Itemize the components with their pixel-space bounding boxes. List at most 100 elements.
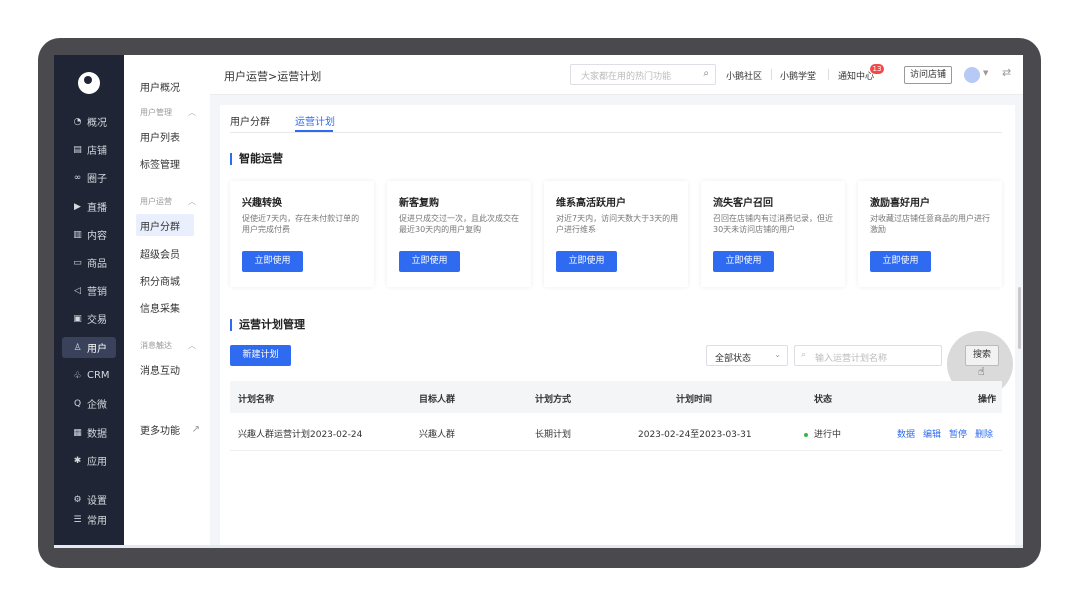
nav-item[interactable]: ◔ 概况 bbox=[62, 111, 116, 132]
nav-item[interactable]: ✱ 应用 bbox=[62, 450, 116, 471]
table-row: 兴趣人群运营计划2023-02-24 兴趣人群 长期计划 2023-02-24至… bbox=[230, 413, 1002, 451]
nav-icon: ◔ bbox=[73, 116, 82, 127]
column-header: 状态 bbox=[814, 395, 833, 405]
use-now-button[interactable]: 立即使用 bbox=[870, 251, 931, 272]
use-now-button[interactable]: 立即使用 bbox=[399, 251, 460, 272]
plan-audience: 兴趣人群 bbox=[419, 430, 456, 440]
nav-icon: ▶ bbox=[74, 201, 81, 212]
search-icon: ⌕ bbox=[801, 350, 807, 360]
nav-icon: ⚙ bbox=[73, 494, 82, 505]
tab-operation-plans[interactable]: 运营计划 bbox=[295, 113, 335, 128]
nav-icon: ∞ bbox=[73, 172, 82, 183]
collapse-icon: ︿ bbox=[188, 341, 196, 350]
nav-item[interactable]: ◁ 营销 bbox=[62, 280, 116, 301]
nav-item-label: 常用 bbox=[87, 516, 107, 527]
app-screen: ◔ 概况 ▤ 店铺 ∞ 圈子 ▶ 直播 ▥ 内容 ▭ 商品 ◁ 营销 ▣ 交易 ♙ 用户 ♧ CRM Q 企微 ▦ 数据 ✱ 应用… bbox=[54, 55, 1023, 548]
plan-search-input[interactable]: ⌕ 输入运营计划名称 bbox=[794, 345, 942, 366]
card-description: 促使近7天内，存在未付款订单的用户完成付费 bbox=[242, 214, 360, 234]
notification-center-link[interactable]: 通知中心 bbox=[838, 69, 874, 82]
nav-item[interactable]: ∞ 圈子 bbox=[62, 167, 116, 188]
sub-group-user-operations[interactable]: 用户运营 ︿ bbox=[140, 196, 196, 207]
column-header: 操作 bbox=[978, 395, 997, 405]
nav-icon: ▦ bbox=[73, 427, 82, 438]
pause-action-link[interactable]: 暂停 bbox=[949, 430, 967, 440]
section-title-plan-management: 运营计划管理 bbox=[230, 319, 305, 331]
avatar[interactable] bbox=[964, 67, 980, 83]
breadcrumb: 用户运营>运营计划 bbox=[224, 70, 322, 83]
ops-card: 新客复购 促进只成交过一次，且此次成交在最近30天内的用户复购 立即使用 bbox=[387, 181, 531, 287]
sub-item-message-interaction[interactable]: 消息互动 bbox=[136, 358, 194, 380]
sub-item-more-features[interactable]: 更多功能 ↗ bbox=[136, 418, 200, 440]
column-header: 计划方式 bbox=[535, 395, 572, 405]
global-search-input[interactable]: 大家都在用的热门功能 ⌕ bbox=[570, 64, 716, 85]
nav-item[interactable]: ▤ 店铺 bbox=[62, 139, 116, 160]
sub-group-messaging[interactable]: 消息触达 ︿ bbox=[140, 340, 196, 351]
tab-user-segments[interactable]: 用户分群 bbox=[230, 113, 270, 128]
search-button[interactable]: 搜索 bbox=[965, 345, 999, 366]
sub-item-user-list[interactable]: 用户列表 bbox=[136, 125, 194, 147]
bottom-bar bbox=[54, 545, 1023, 548]
use-now-button[interactable]: 立即使用 bbox=[713, 251, 774, 272]
nav-item[interactable]: ♙ 用户 bbox=[62, 337, 116, 358]
notification-badge: 13 bbox=[870, 64, 884, 74]
data-action-link[interactable]: 数据 bbox=[897, 430, 915, 440]
delete-action-link[interactable]: 删除 bbox=[975, 430, 993, 440]
app-logo-icon[interactable] bbox=[78, 72, 100, 94]
use-now-button[interactable]: 立即使用 bbox=[242, 251, 303, 272]
nav-item[interactable]: Q 企微 bbox=[62, 393, 116, 414]
nav-icon: ♙ bbox=[73, 342, 82, 353]
nav-item-label: 店铺 bbox=[87, 146, 107, 157]
nav-item[interactable]: ▭ 商品 bbox=[62, 252, 116, 273]
nav-icon: ☰ bbox=[73, 514, 82, 525]
new-plan-button[interactable]: 新建计划 bbox=[230, 345, 291, 366]
use-now-button[interactable]: 立即使用 bbox=[556, 251, 617, 272]
nav-item-label: CRM bbox=[87, 370, 110, 381]
ops-card: 流失客户召回 召回在店铺内有过消费记录，但近30天未访问店铺的用户 立即使用 bbox=[701, 181, 845, 287]
row-actions: 数据 编辑 暂停 删除 bbox=[889, 427, 993, 440]
nav-item-label: 数据 bbox=[87, 429, 107, 440]
nav-icon: ◁ bbox=[74, 285, 81, 296]
sub-item-user-overview[interactable]: 用户概况 bbox=[136, 75, 194, 97]
scrollbar[interactable] bbox=[1018, 287, 1021, 349]
section-title-smart-ops: 智能运营 bbox=[230, 153, 283, 165]
sub-group-user-management[interactable]: 用户管理 ︿ bbox=[140, 107, 196, 118]
sub-item-points-mall[interactable]: 积分商城 bbox=[136, 269, 194, 291]
nav-item[interactable]: ☰ 常用 bbox=[62, 509, 116, 530]
chevron-down-icon[interactable]: ▼ bbox=[983, 69, 988, 77]
switch-icon[interactable]: ⇄ bbox=[1002, 66, 1011, 79]
column-header: 目标人群 bbox=[419, 395, 456, 405]
column-header: 计划时间 bbox=[676, 395, 713, 405]
nav-item[interactable]: ▶ 直播 bbox=[62, 196, 116, 217]
card-description: 对收藏过店铺任意商品的用户进行激励 bbox=[870, 214, 990, 234]
nav-item[interactable]: ▥ 内容 bbox=[62, 224, 116, 245]
sub-item-tag-management[interactable]: 标签管理 bbox=[136, 152, 194, 174]
nav-item[interactable]: ♧ CRM bbox=[62, 365, 116, 386]
nav-item[interactable]: ⚙ 设置 bbox=[62, 489, 116, 510]
card-title: 维系高活跃用户 bbox=[556, 198, 626, 209]
nav-item-label: 内容 bbox=[87, 231, 107, 242]
sub-item-user-segments[interactable]: 用户分群 bbox=[136, 214, 194, 236]
status-dot-icon bbox=[804, 432, 808, 437]
nav-icon: ♧ bbox=[73, 370, 82, 381]
column-header: 计划名称 bbox=[238, 395, 275, 405]
nav-icon: ▥ bbox=[73, 229, 82, 240]
external-link-icon: ↗ bbox=[191, 423, 200, 435]
sub-item-info-collection[interactable]: 信息采集 bbox=[136, 296, 194, 318]
nav-item-label: 设置 bbox=[87, 496, 107, 507]
primary-nav: ◔ 概况 ▤ 店铺 ∞ 圈子 ▶ 直播 ▥ 内容 ▭ 商品 ◁ 营销 ▣ 交易 ♙ 用户 ♧ CRM Q 企微 ▦ 数据 ✱ 应用… bbox=[54, 55, 124, 548]
community-link[interactable]: 小鹅社区 bbox=[726, 69, 762, 82]
sub-item-super-member[interactable]: 超级会员 bbox=[136, 242, 194, 264]
divider bbox=[828, 69, 829, 80]
top-header: 用户运营>运营计划 大家都在用的热门功能 ⌕ 小鹅社区 小鹅学堂 通知中心 13… bbox=[210, 55, 1023, 95]
nav-item-label: 企微 bbox=[87, 400, 107, 411]
status-filter-select[interactable]: 全部状态 ⌄ bbox=[706, 345, 788, 366]
nav-item[interactable]: ▦ 数据 bbox=[62, 422, 116, 443]
visit-store-button[interactable]: 访问店铺 bbox=[904, 66, 952, 84]
academy-link[interactable]: 小鹅学堂 bbox=[780, 69, 816, 82]
edit-action-link[interactable]: 编辑 bbox=[923, 430, 941, 440]
plan-name: 兴趣人群运营计划2023-02-24 bbox=[238, 430, 363, 440]
search-icon[interactable]: ⌕ bbox=[703, 68, 709, 79]
nav-item[interactable]: ▣ 交易 bbox=[62, 308, 116, 329]
ops-card: 激励喜好用户 对收藏过店铺任意商品的用户进行激励 立即使用 bbox=[858, 181, 1002, 287]
nav-icon: ▤ bbox=[73, 144, 82, 155]
